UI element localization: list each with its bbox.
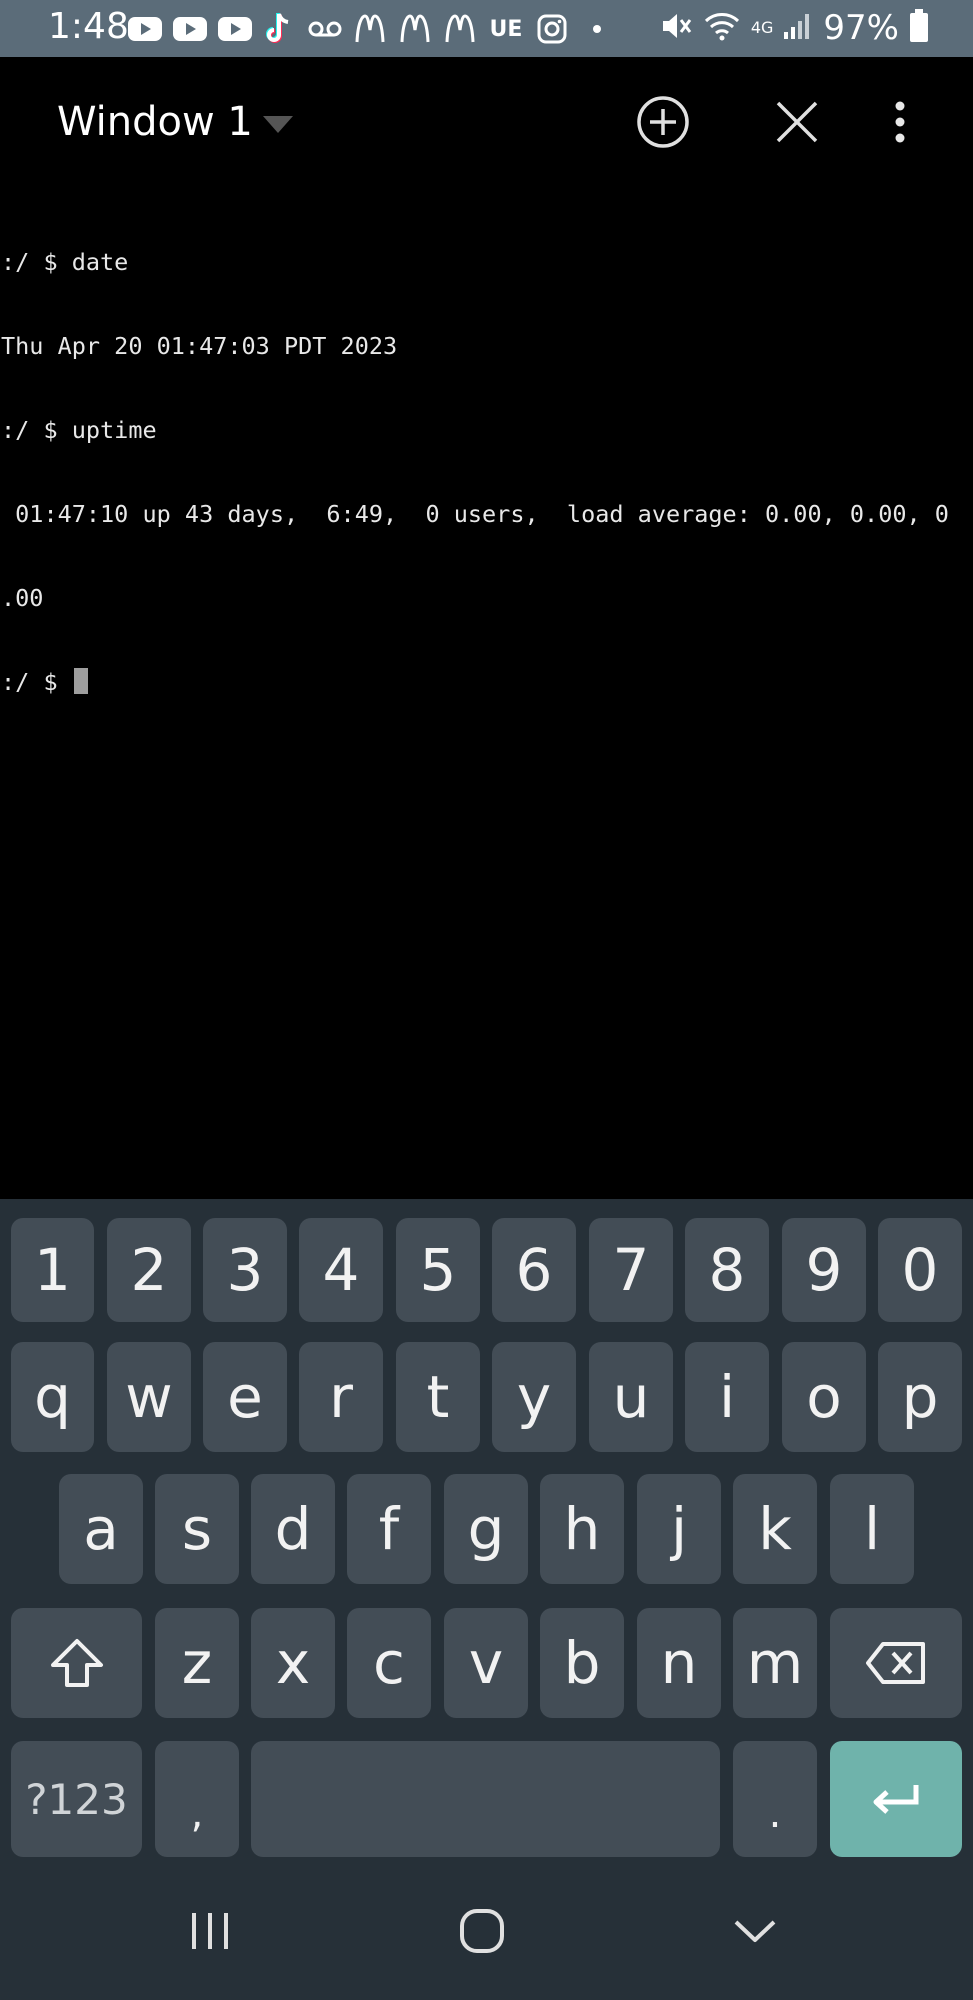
key-e[interactable]: e: [203, 1342, 287, 1452]
key-z[interactable]: z: [155, 1608, 239, 1718]
back-button[interactable]: [705, 1886, 805, 1976]
youtube-icon: [172, 11, 208, 47]
key-o[interactable]: o: [782, 1342, 866, 1452]
status-time: 1:48: [48, 6, 129, 47]
navigation-bar: [0, 1868, 973, 2000]
key-x[interactable]: x: [251, 1608, 335, 1718]
voicemail-icon: [307, 11, 343, 47]
enter-icon: [873, 1785, 919, 1814]
youtube-icon: [127, 11, 163, 47]
more-vert-icon: [895, 101, 905, 143]
network-type-label: 4G: [750, 18, 774, 37]
comma-key[interactable]: ,: [155, 1741, 239, 1857]
key-n[interactable]: n: [637, 1608, 721, 1718]
close-icon: [776, 101, 818, 143]
status-bar: 1:48 UE 4G 97%: [0, 0, 973, 57]
chevron-down-icon: [734, 1920, 776, 1942]
window-title: Window 1: [57, 99, 253, 145]
mcdonalds-icon: [352, 11, 388, 47]
terminal-line: :/ $ uptime: [1, 416, 157, 444]
key-3[interactable]: 3: [203, 1218, 287, 1322]
instagram-icon: [534, 11, 570, 47]
key-v[interactable]: v: [444, 1608, 528, 1718]
key-b[interactable]: b: [540, 1608, 624, 1718]
notification-icons: UE: [127, 9, 615, 49]
key-0[interactable]: 0: [878, 1218, 962, 1322]
key-a[interactable]: a: [59, 1474, 143, 1584]
dot-icon: [579, 11, 615, 47]
tiktok-icon: [262, 11, 298, 47]
key-g[interactable]: g: [444, 1474, 528, 1584]
battery-icon: [909, 9, 929, 47]
key-u[interactable]: u: [589, 1342, 673, 1452]
home-icon: [460, 1909, 504, 1953]
key-4[interactable]: 4: [299, 1218, 383, 1322]
terminal-line: 01:47:10 up 43 days, 6:49, 0 users, load…: [1, 500, 949, 528]
key-l[interactable]: l: [830, 1474, 914, 1584]
mcdonalds-icon: [397, 11, 433, 47]
terminal-line: :/ $ date: [1, 248, 129, 276]
comma-label: ,: [190, 1791, 204, 1837]
key-f[interactable]: f: [347, 1474, 431, 1584]
period-key[interactable]: .: [733, 1741, 817, 1857]
key-c[interactable]: c: [347, 1608, 431, 1718]
terminal-line: .00: [1, 584, 44, 612]
terminal-toolbar: Window 1: [0, 57, 973, 189]
terminal-prompt-line: :/ $: [1, 668, 973, 696]
key-2[interactable]: 2: [107, 1218, 191, 1322]
status-right: 4G 97%: [659, 6, 929, 50]
period-label: .: [768, 1791, 782, 1837]
key-t[interactable]: t: [396, 1342, 480, 1452]
new-window-button[interactable]: [628, 87, 698, 157]
overflow-menu-button[interactable]: [865, 87, 935, 157]
terminal-cursor: [73, 668, 88, 694]
symbols-key[interactable]: ?123: [11, 1741, 142, 1857]
key-7[interactable]: 7: [589, 1218, 673, 1322]
battery-percent: 97%: [823, 8, 899, 48]
key-5[interactable]: 5: [396, 1218, 480, 1322]
shift-key[interactable]: [11, 1608, 142, 1718]
key-1[interactable]: 1: [11, 1218, 94, 1322]
uber-eats-icon: UE: [489, 16, 523, 42]
key-d[interactable]: d: [251, 1474, 335, 1584]
key-q[interactable]: q: [11, 1342, 94, 1452]
terminal-line: Thu Apr 20 01:47:03 PDT 2023: [1, 332, 398, 360]
backspace-icon: [866, 1642, 925, 1684]
youtube-icon: [217, 11, 253, 47]
key-6[interactable]: 6: [492, 1218, 576, 1322]
terminal-output[interactable]: :/ $ date Thu Apr 20 01:47:03 PDT 2023 :…: [1, 192, 973, 1192]
key-9[interactable]: 9: [782, 1218, 866, 1322]
window-selector[interactable]: Window 1: [57, 99, 293, 145]
terminal-prompt: :/ $: [1, 668, 72, 696]
enter-key[interactable]: [830, 1741, 962, 1857]
dropdown-arrow-icon: [262, 115, 293, 133]
mute-icon: [659, 10, 693, 46]
key-k[interactable]: k: [733, 1474, 817, 1584]
mcdonalds-icon: [442, 11, 478, 47]
close-window-button[interactable]: [762, 87, 832, 157]
key-s[interactable]: s: [155, 1474, 239, 1584]
signal-icon: [783, 12, 813, 44]
space-key[interactable]: [251, 1741, 720, 1857]
plus-circle-icon: [637, 96, 689, 148]
key-m[interactable]: m: [733, 1608, 817, 1718]
key-w[interactable]: w: [107, 1342, 191, 1452]
wifi-icon: [703, 10, 741, 46]
key-p[interactable]: p: [878, 1342, 962, 1452]
key-8[interactable]: 8: [685, 1218, 769, 1322]
key-r[interactable]: r: [299, 1342, 383, 1452]
recents-icon: [192, 1913, 228, 1949]
key-j[interactable]: j: [637, 1474, 721, 1584]
shift-icon: [50, 1639, 103, 1687]
key-i[interactable]: i: [685, 1342, 769, 1452]
home-button[interactable]: [432, 1886, 532, 1976]
recents-button[interactable]: [160, 1886, 260, 1976]
backspace-key[interactable]: [830, 1608, 962, 1718]
key-y[interactable]: y: [492, 1342, 576, 1452]
key-h[interactable]: h: [540, 1474, 624, 1584]
